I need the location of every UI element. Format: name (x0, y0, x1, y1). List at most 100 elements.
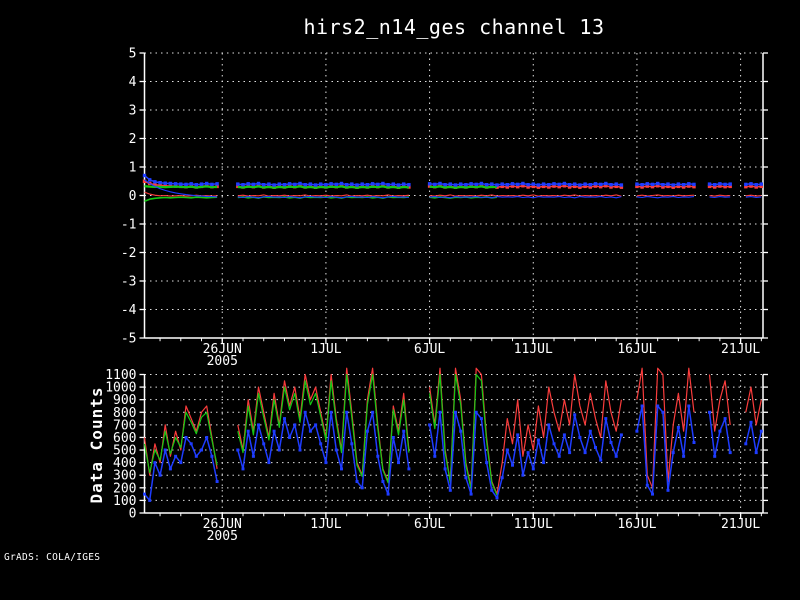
bias-upper-blue-marker (557, 182, 561, 187)
counts-blue-marker (407, 467, 411, 471)
bias-upper-blue-marker (163, 181, 167, 185)
counts-blue-marker (293, 423, 297, 427)
bias-upper-blue-marker (541, 182, 546, 186)
counts-blue-marker (360, 486, 364, 490)
bias-upper-blue-marker (246, 182, 250, 186)
counts-blue-marker (303, 410, 307, 414)
bias-upper-blue-marker (287, 182, 292, 186)
counts-blue-marker (542, 461, 546, 465)
counts-blue-marker (459, 429, 463, 433)
counts-blue-marker (718, 429, 722, 433)
counts-blue-marker (578, 436, 582, 439)
counts-blue-marker (671, 451, 675, 455)
counts-blue-marker (588, 429, 592, 433)
counts-blue-marker (661, 410, 665, 414)
counts-blue-marker (614, 454, 618, 458)
counts-blue-marker (163, 448, 167, 452)
counts-blue-marker (536, 438, 540, 442)
x-tick-label: 16JUL (617, 517, 656, 532)
bias-zero-blue-line (636, 196, 695, 199)
counts-blue-marker (443, 467, 447, 471)
x-tick-label: 11JUL (514, 342, 553, 357)
bias-upper-blue-marker (334, 182, 338, 187)
counts-blue-marker (272, 429, 276, 433)
bias-upper-blue-marker (376, 182, 380, 187)
bias-zero-red (144, 191, 762, 197)
y-tick-label: -5 (121, 332, 137, 347)
bias-upper-blue-marker (189, 182, 193, 186)
bias-upper-red-line (745, 185, 762, 188)
counts-blue-marker (609, 441, 613, 444)
bias-upper-blue-marker (391, 182, 395, 186)
bias-upper-blue-marker (303, 183, 307, 187)
counts-blue-marker (500, 476, 504, 480)
bias-upper-blue-marker (749, 182, 753, 186)
bias-upper-blue-marker (661, 183, 665, 187)
counts-blue-marker (676, 425, 680, 429)
bias-upper-blue-marker (500, 182, 504, 186)
y-tick-label: -2 (121, 246, 137, 261)
x-tick-label: 21JUL (721, 342, 760, 357)
bias-upper-blue-marker (267, 182, 271, 186)
counts-blue-marker (371, 410, 375, 414)
counts-blue-marker (557, 454, 561, 458)
bias-upper-blue-marker (262, 183, 266, 187)
bias-upper-blue-marker (396, 183, 401, 187)
bias-upper-blue-marker (713, 183, 717, 187)
counts-blue-line (745, 421, 763, 454)
counts-blue-marker (687, 404, 691, 408)
counts-blue-marker (257, 423, 260, 427)
counts-blue-marker (516, 433, 520, 437)
bias-upper-blue-marker (464, 183, 468, 187)
counts-blue-marker (692, 441, 696, 444)
counts-blue-marker (246, 429, 250, 433)
bias-upper-green-line (237, 185, 410, 189)
bias-upper-blue-marker (573, 182, 577, 186)
counts-blue-marker (158, 473, 162, 477)
bias-upper-blue-marker (521, 181, 525, 186)
bias-upper-blue-marker (386, 183, 390, 187)
counts-blue-marker (474, 410, 478, 414)
bias-upper-blue-marker (495, 183, 499, 187)
bias-upper-blue-marker (215, 182, 219, 186)
counts-blue-marker (376, 454, 380, 458)
counts-blue-marker (329, 410, 333, 414)
x-tick-label: 6JUL (414, 517, 445, 532)
counts-blue-marker (604, 417, 608, 421)
counts-blue-marker (505, 448, 509, 452)
counts-blue-marker (179, 461, 183, 465)
bias-upper-blue-marker (427, 182, 432, 186)
bias-upper-blue-marker (308, 182, 313, 186)
counts-blue-marker (682, 454, 686, 458)
bias-upper-blue-marker (313, 183, 318, 187)
counts-red-line (745, 386, 762, 426)
counts-blue-marker (469, 492, 473, 496)
bias-upper-blue-marker (578, 183, 582, 187)
y-tick-label: 0 (129, 507, 137, 522)
x-tick-label: 1JUL (310, 342, 341, 357)
counts-green-line (237, 373, 410, 484)
counts-blue-marker (552, 442, 556, 446)
counts-blue-marker (511, 463, 514, 467)
counts-blue-marker (723, 417, 727, 421)
counts-blue-marker (267, 461, 271, 465)
bias-upper-blue-marker (324, 183, 328, 187)
counts-blue-marker (319, 442, 323, 446)
counts-blue-marker (345, 410, 349, 414)
counts-blue-marker (594, 446, 597, 449)
bias-upper-blue-marker (339, 181, 344, 186)
bias-upper-blue-marker (640, 183, 644, 187)
counts-blue-marker (744, 442, 748, 446)
bias-upper-blue-marker (516, 182, 520, 187)
counts-blue-marker (355, 480, 359, 483)
bias-upper-blue-marker (718, 182, 722, 186)
bias-upper-blue-marker (158, 181, 162, 185)
bias-upper-blue-marker (692, 182, 696, 187)
x-tick-label: 11JUL (514, 517, 553, 532)
bias-upper-blue-marker (754, 183, 758, 187)
bias-upper-blue-marker (199, 182, 204, 186)
bias-upper-blue-marker (407, 183, 411, 187)
counts-blue-line (708, 412, 731, 458)
bias-panel: 543210-1-2-3-4-526JUN20051JUL 6JUL 11JUL 16… (121, 47, 768, 369)
counts-blue-marker (754, 451, 758, 455)
